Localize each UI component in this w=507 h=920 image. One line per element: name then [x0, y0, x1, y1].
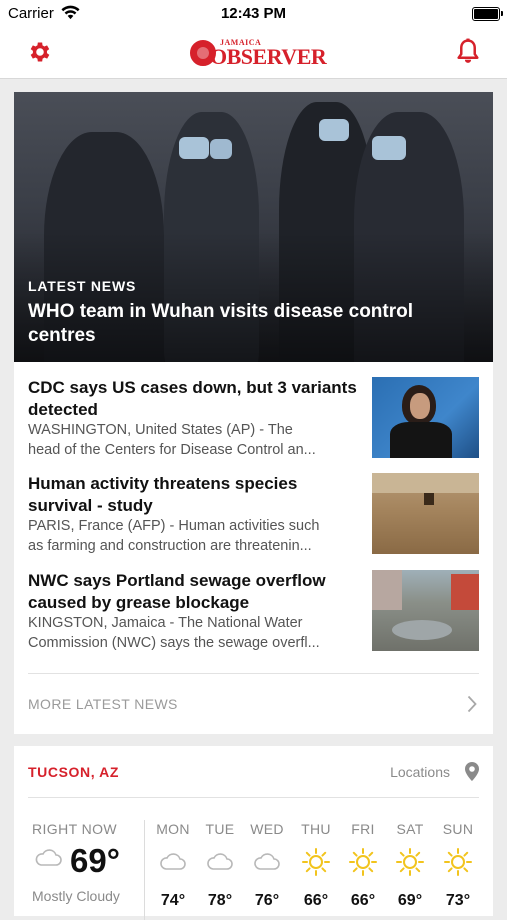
- story-headline[interactable]: Human activity threatens species surviva…: [28, 473, 363, 517]
- thumb-animal: [424, 493, 434, 505]
- hero-story[interactable]: LATEST NEWS WHO team in Wuhan visits dis…: [14, 92, 493, 362]
- hero-title[interactable]: WHO team in Wuhan visits disease control…: [28, 300, 468, 348]
- hero-photo-mask: [210, 139, 232, 159]
- forecast-high: 69°: [397, 892, 423, 909]
- story-summary: WASHINGTON, United States (AP) - The hea…: [28, 421, 363, 460]
- story-item[interactable]: Human activity threatens species surviva…: [28, 473, 479, 557]
- clock: 12:43 PM: [220, 5, 287, 22]
- forecast-high: 78°: [207, 892, 233, 909]
- gear-icon[interactable]: [27, 39, 53, 65]
- thumb-building: [372, 570, 402, 610]
- sun-icon: [444, 848, 472, 876]
- forecast-day: SAT 69°: [390, 821, 430, 910]
- thumb-person-face: [410, 393, 430, 419]
- latest-news-card: LATEST NEWS WHO team in Wuhan visits dis…: [14, 92, 493, 734]
- weather-city: TUCSON, AZ: [28, 764, 120, 780]
- story-headline[interactable]: CDC says US cases down, but 3 variants d…: [28, 377, 363, 421]
- bell-icon[interactable]: [455, 37, 481, 66]
- story-thumbnail[interactable]: [372, 377, 479, 458]
- story-summary-line: PARIS, France (AFP) - Human activities s…: [28, 518, 320, 534]
- right-now-label: RIGHT NOW: [32, 821, 118, 837]
- thumb-road-puddle: [392, 620, 452, 640]
- status-bar: Carrier 12:43 PM: [0, 0, 507, 28]
- cloud-icon: [254, 853, 280, 870]
- forecast-day-name: THU: [301, 821, 331, 837]
- cloud-icon: [207, 853, 233, 870]
- story-summary: KINGSTON, Jamaica - The National Water C…: [28, 614, 363, 653]
- more-latest-news-link[interactable]: MORE LATEST NEWS: [28, 673, 479, 734]
- cloud-icon: [35, 849, 62, 866]
- location-pin-icon[interactable]: [465, 762, 479, 781]
- story-summary-line: WASHINGTON, United States (AP) - The: [28, 422, 293, 438]
- forecast-day-name: SAT: [396, 821, 424, 837]
- forecast-day-name: WED: [250, 821, 284, 837]
- forecast-day: THU 66°: [296, 821, 336, 910]
- story-headline[interactable]: NWC says Portland sewage overflow caused…: [28, 570, 363, 614]
- thumb-horizon: [372, 473, 479, 493]
- hero-photo-mask: [179, 137, 209, 159]
- hero-photo-mask: [372, 136, 406, 160]
- story-summary-line: Commission (NWC) says the sewage overfl.…: [28, 634, 320, 651]
- weather-divider: [28, 797, 479, 798]
- more-latest-news-label[interactable]: MORE LATEST NEWS: [28, 696, 178, 712]
- battery-icon: [472, 7, 503, 21]
- forecast-day: SUN 73°: [438, 821, 478, 910]
- logo-observer-text: OBSERVER: [210, 44, 327, 69]
- weather-card: TUCSON, AZ Locations RIGHT NOW 69° Mostl…: [14, 746, 493, 920]
- sun-icon: [302, 848, 330, 876]
- forecast-day-name: TUE: [205, 821, 235, 837]
- story-summary-line: head of the Centers for Disease Control …: [28, 441, 316, 458]
- forecast-high: 73°: [445, 892, 471, 909]
- thumb-building: [451, 574, 479, 610]
- hero-photo-mask: [319, 119, 349, 141]
- weather-vertical-divider: [144, 820, 145, 920]
- forecast-high: 66°: [303, 892, 329, 909]
- forecast-day: MON 74°: [153, 821, 193, 910]
- story-item[interactable]: NWC says Portland sewage overflow caused…: [28, 570, 479, 654]
- story-summary-line: KINGSTON, Jamaica - The National Water: [28, 615, 303, 631]
- forecast-high: 66°: [350, 892, 376, 909]
- story-item[interactable]: CDC says US cases down, but 3 variants d…: [28, 377, 479, 461]
- forecast-day-name: SUN: [442, 821, 474, 837]
- forecast-day-name: MON: [156, 821, 190, 837]
- app-header: JAMAICA OBSERVER: [0, 28, 507, 79]
- forecast-day-name: FRI: [351, 821, 375, 837]
- sun-icon: [396, 848, 424, 876]
- forecast-high: 74°: [160, 892, 186, 909]
- story-thumbnail[interactable]: [372, 570, 479, 651]
- thumb-person-body: [390, 422, 452, 458]
- forecast-day: TUE 78°: [200, 821, 240, 910]
- forecast-day: WED 76°: [247, 821, 287, 910]
- chevron-right-icon[interactable]: [467, 695, 477, 713]
- story-summary: PARIS, France (AFP) - Human activities s…: [28, 517, 363, 556]
- current-condition: Mostly Cloudy: [32, 888, 120, 904]
- hero-section-label: LATEST NEWS: [28, 278, 137, 294]
- forecast-high: 76°: [254, 892, 280, 909]
- current-temperature: 69°: [70, 842, 120, 879]
- sun-icon: [349, 848, 377, 876]
- story-summary-line: as farming and construction are threaten…: [28, 537, 312, 554]
- locations-button[interactable]: Locations: [390, 764, 450, 780]
- cloud-icon: [160, 853, 186, 870]
- forecast-day: FRI 66°: [343, 821, 383, 910]
- story-thumbnail[interactable]: [372, 473, 479, 554]
- observer-logo: JAMAICA OBSERVER: [190, 38, 327, 70]
